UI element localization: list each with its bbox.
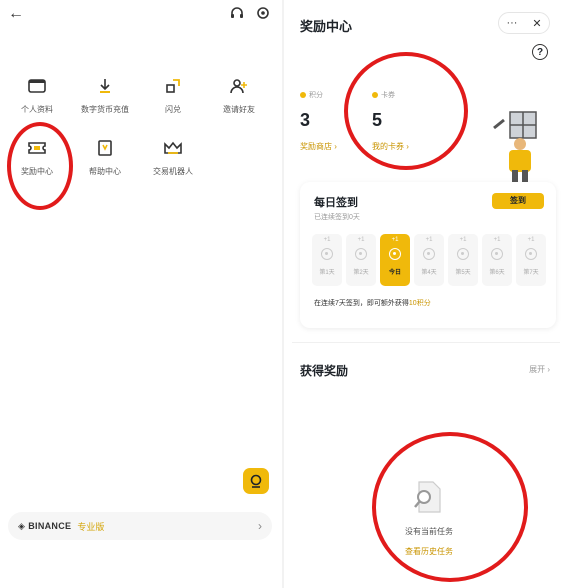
close-button[interactable]: ✕ — [532, 17, 541, 30]
day-label: 第7天 — [523, 270, 539, 276]
annotation-circle — [372, 432, 528, 582]
checkin-day: +1 第7天 — [516, 234, 546, 286]
checkin-note: 在连续7天签到，即可额外获得10积分 — [314, 300, 431, 307]
coupon-icon — [372, 92, 378, 98]
checkin-day: +1 第5天 — [448, 234, 478, 286]
coin-icon — [355, 248, 367, 260]
checkin-button[interactable]: 签到 — [492, 193, 544, 209]
day-points: +1 — [527, 237, 535, 243]
grid-label: 交易机器人 — [153, 167, 193, 176]
checkin-day: +1 今日 — [380, 234, 410, 286]
more-button[interactable]: ··· — [506, 17, 517, 29]
convert-icon — [160, 74, 186, 98]
checkin-day: +1 第2天 — [346, 234, 376, 286]
grid-item-help[interactable]: 帮助中心 — [72, 136, 138, 177]
grid-label: 帮助中心 — [89, 167, 121, 176]
rewards-title: 获得奖励 — [300, 364, 349, 378]
points-icon — [300, 92, 306, 98]
add-friend-icon — [226, 74, 252, 98]
binance-logo: ◈ BINANCE — [18, 520, 72, 531]
day-points: +1 — [459, 237, 467, 243]
day-points: +1 — [323, 237, 331, 243]
points-caption: 积分 — [309, 92, 323, 99]
coin-icon — [457, 248, 469, 260]
help-icon[interactable]: ? — [532, 44, 548, 60]
day-points: +1 — [493, 237, 501, 243]
ticket-icon — [24, 136, 50, 160]
grid-label: 闪兑 — [165, 105, 181, 114]
expand-link[interactable]: 展开 › — [529, 364, 550, 375]
daily-checkin-card: 每日签到 已连续签到0天 签到 +1 第1天 +1 第2天 +1 今日 +1 第4天 +1 第5天… — [300, 182, 556, 328]
grid-item-rewards[interactable]: 奖励中心 — [4, 136, 70, 177]
coin-icon — [525, 248, 537, 260]
grid-label: 邀请好友 — [223, 105, 255, 114]
points-link[interactable]: 奖励商店 › — [300, 141, 337, 152]
top-icons — [230, 6, 270, 25]
left-panel: ← 个人资料 数字货币充值 闪兑 邀请好友 奖励中心 帮助中心 交易机器人 ◈ … — [0, 0, 282, 588]
day-label: 今日 — [388, 270, 401, 276]
grid-item-profile[interactable]: 个人资料 — [4, 74, 70, 115]
empty-document-icon — [414, 481, 441, 513]
section-divider — [292, 342, 560, 343]
grid-item-convert[interactable]: 闪兑 — [140, 74, 206, 115]
checkin-day: +1 第6天 — [482, 234, 512, 286]
window-controls: ··· ✕ — [498, 12, 550, 34]
checkin-title: 每日签到 — [314, 197, 358, 209]
headset-icon[interactable] — [230, 6, 244, 25]
coin-icon — [491, 248, 503, 260]
empty-state-text: 没有当前任务 — [405, 527, 453, 536]
coupons-link[interactable]: 我的卡券 › — [372, 141, 409, 152]
mascot-illustration — [493, 111, 537, 184]
coupons-caption: 卡券 — [381, 92, 395, 99]
grid-item-bot[interactable]: 交易机器人 — [140, 136, 206, 177]
coupons-stat: 卡券 5 我的卡券 › — [372, 90, 409, 152]
points-stat: 积分 3 奖励商店 › — [300, 90, 337, 152]
coin-icon — [389, 248, 401, 260]
checkin-day: +1 第1天 — [312, 234, 342, 286]
checkin-subtitle: 已连续签到0天 — [314, 214, 360, 221]
coupons-value: 5 — [372, 110, 383, 130]
help-book-icon — [92, 136, 118, 160]
grid-label: 数字货币充值 — [81, 105, 129, 114]
day-label: 第5天 — [455, 270, 471, 276]
pro-version-bar[interactable]: ◈ BINANCE 专业版 › — [8, 512, 272, 540]
points-value: 3 — [300, 110, 311, 130]
chevron-right-icon: › — [258, 519, 262, 533]
day-label: 第2天 — [353, 270, 369, 276]
bot-icon — [250, 474, 262, 488]
day-points: +1 — [357, 237, 365, 243]
deposit-icon — [92, 74, 118, 98]
coin-icon — [321, 248, 333, 260]
grid-item-invite[interactable]: 邀请好友 — [206, 74, 272, 115]
grid-label: 个人资料 — [21, 105, 53, 114]
day-label: 第1天 — [319, 270, 335, 276]
coin-icon — [423, 248, 435, 260]
settings-icon[interactable] — [256, 6, 270, 25]
right-panel: 奖励中心 ··· ✕ ? 积分 3 奖励商店 › 卡券 5 我的卡券 › 每日签… — [284, 0, 564, 588]
checkin-day: +1 第4天 — [414, 234, 444, 286]
history-tasks-link[interactable]: 查看历史任务 — [374, 546, 484, 557]
crown-icon — [160, 136, 186, 160]
day-label: 第6天 — [489, 270, 505, 276]
day-points: +1 — [391, 237, 399, 243]
arrow-left-icon[interactable]: ← — [8, 5, 24, 23]
day-points: +1 — [425, 237, 433, 243]
day-label: 第4天 — [421, 270, 437, 276]
checkin-days: +1 第1天 +1 第2天 +1 今日 +1 第4天 +1 第5天 +1 第6天 +1 第7天 — [312, 234, 546, 286]
support-bot-button[interactable] — [243, 468, 269, 494]
id-card-icon — [24, 74, 50, 98]
page-title: 奖励中心 — [300, 19, 353, 34]
edition-label: 专业版 — [77, 521, 105, 532]
grid-item-deposit[interactable]: 数字货币充值 — [72, 74, 138, 115]
grid-label: 奖励中心 — [21, 167, 53, 176]
